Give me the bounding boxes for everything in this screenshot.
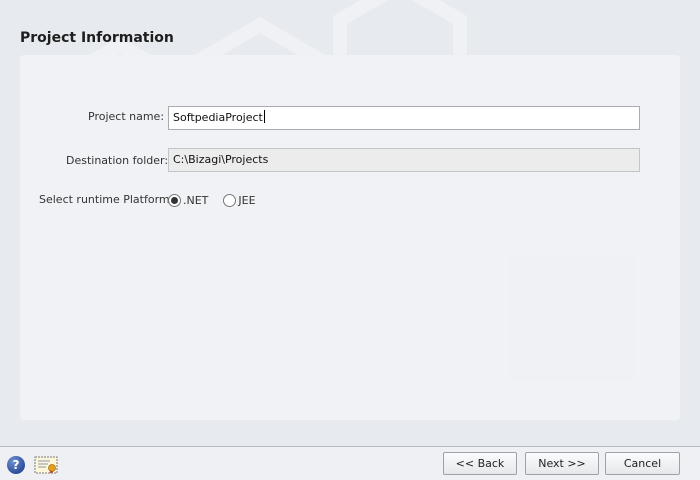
cancel-button[interactable]: Cancel: [605, 452, 680, 475]
certificate-icon[interactable]: [34, 456, 58, 474]
help-glyph: ?: [12, 458, 20, 472]
footer-bar: ? << Back Next >> Cancel: [0, 446, 700, 480]
destination-folder-label: Destination folder:: [66, 154, 169, 167]
destination-folder-input[interactable]: C:\Bizagi\Projects: [168, 148, 640, 172]
radio-dotnet[interactable]: .NET: [168, 193, 208, 207]
radio-selected-dot: [171, 196, 178, 204]
runtime-platform-label: Select runtime Platform:: [39, 193, 174, 206]
help-icon[interactable]: ?: [7, 456, 25, 474]
radio-dotnet-circle[interactable]: [168, 193, 181, 207]
next-button[interactable]: Next >>: [525, 452, 599, 475]
radio-jee[interactable]: JEE: [223, 193, 256, 207]
radio-jee-label[interactable]: JEE: [238, 194, 255, 207]
radio-dotnet-label[interactable]: .NET: [183, 194, 208, 207]
project-name-input[interactable]: SoftpediaProject: [168, 106, 640, 130]
page-title: Project Information: [20, 30, 174, 46]
project-name-label: Project name:: [88, 110, 165, 123]
radio-jee-circle[interactable]: [223, 193, 237, 207]
back-button[interactable]: << Back: [443, 452, 517, 475]
runtime-platform-radio-group: .NET JEE: [168, 192, 256, 208]
destination-folder-value: C:\Bizagi\Projects: [173, 153, 269, 166]
project-name-value: SoftpediaProject: [173, 111, 263, 124]
text-caret: [263, 110, 265, 123]
